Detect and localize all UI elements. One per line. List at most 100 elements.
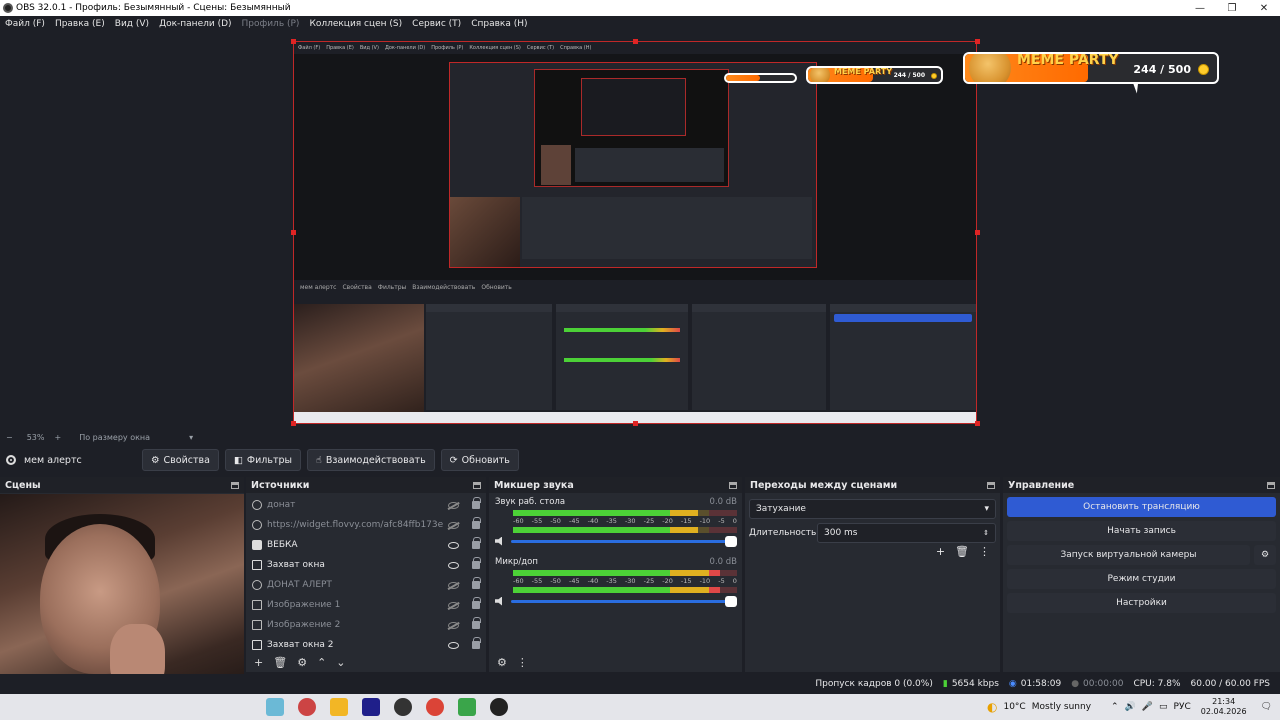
undock-icon[interactable]: [231, 481, 239, 489]
volume-slider[interactable]: [511, 595, 737, 607]
menu-edit[interactable]: Правка (E): [50, 19, 110, 29]
menu-view[interactable]: Вид (V): [110, 19, 154, 29]
menu-docks[interactable]: Док-панели (D): [154, 19, 236, 29]
duration-spinbox[interactable]: 300 ms ⇕: [817, 523, 996, 543]
undock-icon[interactable]: [473, 481, 481, 489]
app-icon[interactable]: [458, 698, 476, 716]
level-meter: [513, 510, 737, 516]
taskbar-app-icon[interactable]: [298, 698, 316, 716]
lock-icon[interactable]: [472, 557, 481, 569]
visibility-toggle-icon[interactable]: [448, 581, 459, 589]
volume-knob[interactable]: [725, 535, 737, 547]
lock-icon[interactable]: [472, 497, 481, 509]
lock-icon[interactable]: [472, 637, 481, 649]
lock-icon[interactable]: [472, 617, 481, 629]
zoom-in-button[interactable]: +: [54, 433, 61, 442]
speaker-icon[interactable]: [495, 596, 502, 606]
interact-button[interactable]: ☝ Взаимодействовать: [307, 449, 435, 471]
menu-profile[interactable]: Профиль (P): [237, 19, 305, 29]
network-icon[interactable]: ▭: [1159, 702, 1168, 712]
source-item[interactable]: донат: [246, 495, 486, 515]
lock-icon[interactable]: [472, 577, 481, 589]
weather-temp[interactable]: 10°C: [1003, 702, 1025, 712]
volume-slider[interactable]: [511, 535, 737, 547]
resize-handle[interactable]: [633, 39, 638, 44]
visibility-toggle-icon[interactable]: [448, 541, 459, 549]
visibility-toggle-icon[interactable]: [448, 521, 459, 529]
folder-icon[interactable]: [330, 698, 348, 716]
source-item[interactable]: ДОНАТ АЛЕРТ: [246, 575, 486, 595]
more-options-icon[interactable]: ⋮: [517, 656, 528, 669]
refresh-button[interactable]: ⟳ Обновить: [440, 449, 519, 471]
chevron-up-icon[interactable]: ⌃: [1111, 702, 1119, 712]
resize-handle[interactable]: [975, 39, 980, 44]
visibility-toggle-icon[interactable]: [448, 501, 459, 509]
notifications-icon[interactable]: 🗨: [1261, 702, 1272, 712]
visibility-toggle-icon[interactable]: [448, 641, 459, 649]
undock-icon[interactable]: [729, 481, 737, 489]
speaker-icon[interactable]: [495, 536, 502, 546]
gear-icon[interactable]: ⚙: [1254, 545, 1276, 565]
advanced-audio-icon[interactable]: ⚙: [497, 656, 507, 669]
volume-knob[interactable]: [725, 595, 737, 607]
filters-button[interactable]: ◧ Фильтры: [224, 449, 302, 471]
resize-handle[interactable]: [291, 230, 296, 235]
visibility-toggle-icon[interactable]: [448, 601, 459, 609]
menu-help[interactable]: Справка (H): [466, 19, 532, 29]
resize-handle[interactable]: [633, 421, 638, 426]
preview-transitions-dock: [692, 304, 826, 410]
undock-icon[interactable]: [1267, 481, 1275, 489]
volume-icon[interactable]: 🔊: [1125, 702, 1136, 712]
zoom-out-button[interactable]: −: [6, 433, 13, 442]
transition-select[interactable]: Затухание ▾: [749, 499, 996, 519]
weather-text[interactable]: Mostly sunny: [1032, 702, 1091, 712]
add-source-button[interactable]: +: [254, 656, 263, 669]
more-options-icon[interactable]: ⋮: [979, 545, 990, 558]
app-icon[interactable]: [394, 698, 412, 716]
menu-tools[interactable]: Сервис (T): [407, 19, 466, 29]
clock[interactable]: 21:34 02.04.2026: [1201, 697, 1247, 717]
properties-button[interactable]: ⚙ Свойства: [142, 449, 219, 471]
add-transition-button[interactable]: +: [936, 545, 945, 558]
lock-icon[interactable]: [472, 537, 481, 549]
taskbar-app-icon[interactable]: [266, 698, 284, 716]
menu-file[interactable]: Файл (F): [0, 19, 50, 29]
zoom-fit-select[interactable]: По размеру окна ▾: [73, 433, 193, 442]
visibility-toggle-icon[interactable]: [448, 561, 459, 569]
language-indicator[interactable]: РУС: [1174, 702, 1191, 712]
move-down-button[interactable]: ⌄: [336, 656, 345, 669]
obs-icon[interactable]: [490, 698, 508, 716]
visibility-toggle-icon[interactable]: [448, 621, 459, 629]
trash-icon[interactable]: 🗑: [955, 545, 969, 558]
lock-icon[interactable]: [472, 597, 481, 609]
mic-icon[interactable]: 🎤: [1142, 702, 1153, 712]
settings-button[interactable]: Настройки: [1007, 593, 1276, 613]
chrome-icon[interactable]: [426, 698, 444, 716]
menu-scene-collection[interactable]: Коллекция сцен (S): [304, 19, 407, 29]
stop-streaming-button[interactable]: Остановить трансляцию: [1007, 497, 1276, 517]
source-item[interactable]: Изображение 1: [246, 595, 486, 615]
resize-handle[interactable]: [975, 421, 980, 426]
source-item[interactable]: ВЕБКА: [246, 535, 486, 555]
source-item[interactable]: https://widget.flovvy.com/afc84ffb173ed0…: [246, 515, 486, 535]
maximize-button[interactable]: ❐: [1216, 0, 1248, 16]
meter-tick-label: -10: [699, 517, 711, 525]
resize-handle[interactable]: [291, 39, 296, 44]
lock-icon[interactable]: [472, 517, 481, 529]
studio-mode-button[interactable]: Режим студии: [1007, 569, 1276, 589]
source-item[interactable]: Изображение 2: [246, 615, 486, 635]
start-virtual-camera-button[interactable]: Запуск виртуальной камеры: [1007, 545, 1250, 565]
resize-handle[interactable]: [975, 230, 980, 235]
minimize-button[interactable]: —: [1184, 0, 1216, 16]
undock-icon[interactable]: [987, 481, 995, 489]
close-button[interactable]: ✕: [1248, 0, 1280, 16]
move-up-button[interactable]: ⌃: [317, 656, 326, 669]
trash-icon[interactable]: 🗑: [273, 656, 287, 669]
gear-icon[interactable]: ⚙: [297, 656, 307, 669]
resize-handle[interactable]: [291, 421, 296, 426]
source-item[interactable]: Захват окна: [246, 555, 486, 575]
premiere-icon[interactable]: [362, 698, 380, 716]
source-item[interactable]: Захват окна 2: [246, 635, 486, 650]
start-recording-button[interactable]: Начать запись: [1007, 521, 1276, 541]
record-time: 00:00:00: [1083, 679, 1124, 689]
